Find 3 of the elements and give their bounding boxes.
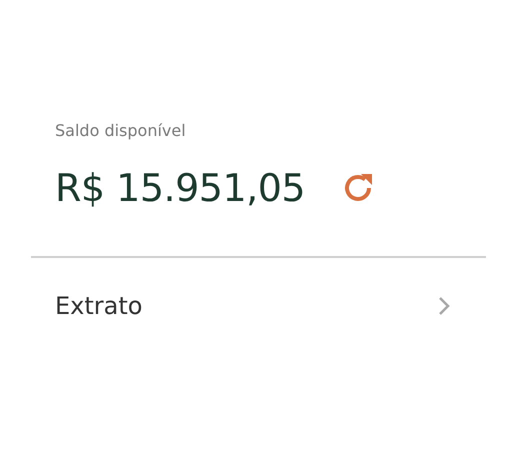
balance-label: Saldo disponível — [55, 121, 186, 140]
chevron-icon — [438, 296, 450, 316]
balance-amount: R$ 15.951,05 — [55, 166, 306, 210]
